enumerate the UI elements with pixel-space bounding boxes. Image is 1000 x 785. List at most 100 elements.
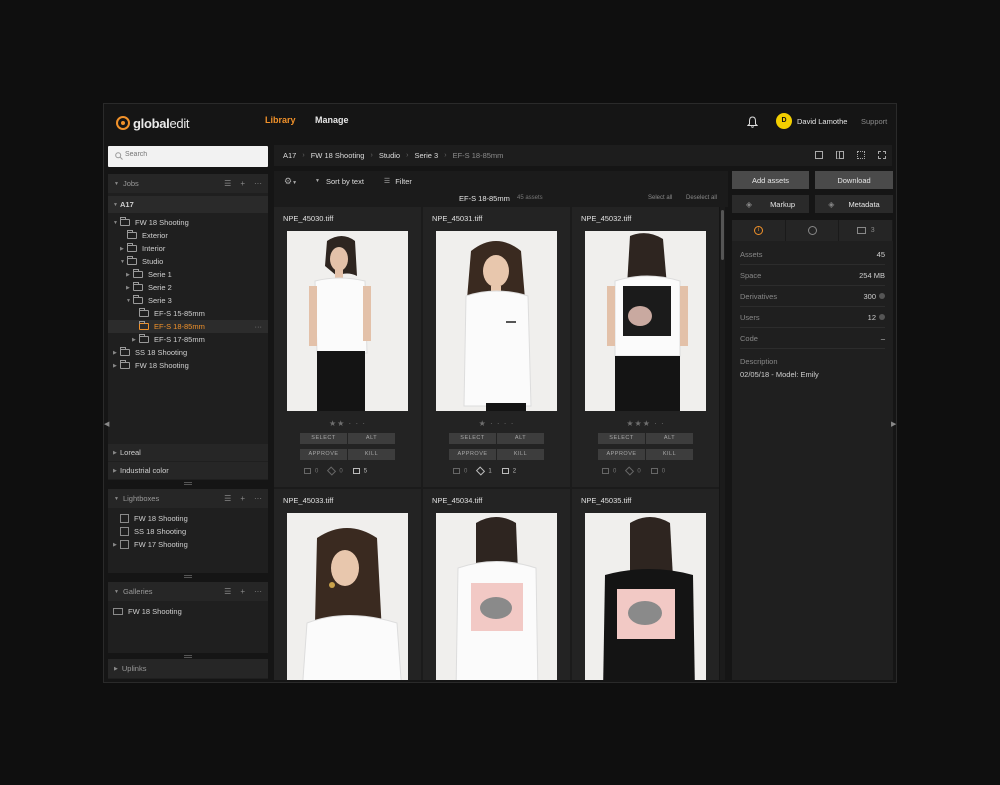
expand-icon[interactable]: ▼	[113, 220, 120, 226]
tree-item-ss18[interactable]: ▶ SS 18 Shooting	[113, 346, 187, 359]
approve-button[interactable]: APPROVE	[598, 449, 645, 460]
rating-stars[interactable]: ★ · · · ·	[423, 419, 570, 428]
tree-item-serie1[interactable]: ▶ Serie 1	[126, 268, 172, 281]
tree-item-efs-18-85-selected[interactable]: EF-S 18-85mm ···	[108, 320, 268, 333]
avatar[interactable]: D	[776, 113, 792, 129]
grid-view-icon[interactable]	[857, 151, 865, 159]
uplinks-header[interactable]: ▶ Uplinks	[108, 659, 268, 678]
tree-item-efs-15-85[interactable]: EF-S 15-85mm	[132, 307, 205, 320]
expand-icon[interactable]: ▶	[113, 468, 120, 474]
grid-scrollbar[interactable]	[720, 207, 725, 680]
logo[interactable]: globaledit	[116, 112, 190, 134]
expand-icon[interactable]: ▶	[126, 285, 133, 291]
add-icon[interactable]: +	[240, 179, 245, 188]
search-box[interactable]	[108, 146, 268, 167]
comments-stat[interactable]: 2	[501, 468, 516, 475]
filter-icon[interactable]: ☰	[224, 494, 231, 503]
tree-item-fw18[interactable]: ▼ FW 18 Shooting	[113, 216, 189, 229]
expand-icon[interactable]: ▶	[113, 350, 120, 356]
add-icon[interactable]: +	[240, 494, 245, 503]
versions-stat[interactable]: 0	[304, 468, 318, 475]
collapse-left-icon[interactable]: ◀	[104, 420, 109, 428]
rating-stars[interactable]: ★★ · · ·	[274, 419, 421, 428]
comments-stat[interactable]: 5	[352, 468, 367, 475]
expand-icon[interactable]: ▶	[113, 363, 120, 369]
collapse-icon[interactable]: ▼	[114, 181, 119, 187]
jobs-header[interactable]: ▼ Jobs ☰ + ···	[108, 174, 268, 193]
more-icon[interactable]: ···	[254, 587, 262, 596]
gallery-item[interactable]: FW 18 Shooting	[113, 605, 182, 618]
resize-handle[interactable]	[184, 655, 192, 658]
info-dot-icon[interactable]	[879, 314, 885, 320]
more-icon[interactable]: ···	[254, 494, 262, 503]
alt-button[interactable]: ALT	[497, 433, 544, 444]
tree-item-serie3[interactable]: ▼ Serie 3	[126, 294, 172, 307]
versions-stat[interactable]: 0	[453, 468, 467, 475]
kill-button[interactable]: KILL	[646, 449, 693, 460]
tree-item-fw18-2[interactable]: ▶ FW 18 Shooting	[113, 359, 189, 372]
asset-card[interactable]: NPE_45031.tiff ★ · · · · SELECT ALT APPR	[423, 207, 570, 487]
expand-icon[interactable]: ▶	[120, 246, 127, 252]
tab-history[interactable]	[786, 220, 840, 241]
scroll-thumb[interactable]	[721, 210, 724, 260]
expand-icon[interactable]: ▼	[120, 259, 127, 265]
lightbox-item[interactable]: FW 18 Shooting	[113, 512, 188, 525]
info-dot-icon[interactable]	[879, 293, 885, 299]
select-all-link[interactable]: Select all	[648, 195, 672, 201]
single-view-icon[interactable]	[815, 151, 823, 159]
alt-button[interactable]: ALT	[348, 433, 395, 444]
nav-manage[interactable]: Manage	[315, 115, 349, 125]
nav-library[interactable]: Library	[265, 115, 296, 125]
breadcrumb-item[interactable]: Studio	[379, 151, 400, 160]
tree-item-serie2[interactable]: ▶ Serie 2	[126, 281, 172, 294]
select-button[interactable]: SELECT	[300, 433, 347, 444]
kill-button[interactable]: KILL	[348, 449, 395, 460]
filter-icon[interactable]: ☰	[224, 179, 231, 188]
versions-stat[interactable]: 0	[602, 468, 616, 475]
client-loreal[interactable]: ▶ Loreal	[108, 444, 268, 461]
add-icon[interactable]: +	[240, 587, 245, 596]
tab-info[interactable]: i	[732, 220, 786, 241]
asset-card[interactable]: NPE_45034.tiff	[423, 489, 570, 680]
lightbox-item[interactable]: SS 18 Shooting	[113, 525, 186, 538]
filter-icon[interactable]: ☰	[224, 587, 231, 596]
breadcrumb-item[interactable]: Serie 3	[414, 151, 438, 160]
search-input[interactable]	[125, 151, 255, 158]
expand-icon[interactable]: ▶	[126, 272, 133, 278]
galleries-header[interactable]: ▼ Galleries ☰ + ···	[108, 582, 268, 601]
markup-button[interactable]: ◈ Markup	[732, 195, 809, 213]
expand-icon[interactable]: ▶	[113, 450, 120, 456]
asset-thumbnail[interactable]	[585, 513, 706, 680]
support-link[interactable]: Support	[861, 117, 887, 126]
more-icon[interactable]: ···	[254, 179, 262, 188]
tree-item-efs-17-85[interactable]: ▶ EF-S 17-85mm	[132, 333, 205, 346]
expand-icon[interactable]: ▼	[126, 298, 133, 304]
metadata-button[interactable]: ◈ Metadata	[815, 195, 893, 213]
asset-card[interactable]: NPE_45032.tiff ★★★ · · SELECT ALT APPROV…	[572, 207, 719, 487]
layers-stat[interactable]: 0	[327, 466, 343, 476]
asset-thumbnail[interactable]	[287, 231, 408, 411]
approve-button[interactable]: APPROVE	[449, 449, 496, 460]
expand-icon[interactable]: ▶	[113, 542, 120, 548]
rating-stars[interactable]: ★★★ · ·	[572, 419, 719, 428]
sort-chevron-icon[interactable]: ▼	[315, 178, 320, 184]
expand-icon[interactable]: ▶	[132, 337, 139, 343]
user-name[interactable]: David Lamothe	[797, 117, 847, 126]
select-button[interactable]: SELECT	[449, 433, 496, 444]
layers-stat[interactable]: 0	[625, 466, 641, 476]
tree-item-exterior[interactable]: Exterior	[120, 229, 168, 242]
asset-card[interactable]: NPE_45033.tiff	[274, 489, 421, 680]
client-industrial-color[interactable]: ▶ Industrial color	[108, 462, 268, 479]
approve-button[interactable]: APPROVE	[300, 449, 347, 460]
resize-handle[interactable]	[184, 575, 192, 578]
expand-icon[interactable]: ▼	[113, 202, 120, 208]
add-assets-button[interactable]: Add assets	[732, 171, 809, 189]
filter-button[interactable]: Filter	[395, 177, 412, 186]
breadcrumb-item[interactable]: FW 18 Shooting	[311, 151, 365, 160]
asset-card[interactable]: NPE_45030.tiff ★★ · · · SELECT ALT APPRO…	[274, 207, 421, 487]
tree-item-studio[interactable]: ▼ Studio	[120, 255, 163, 268]
lightboxes-header[interactable]: ▼ Lightboxes ☰ + ···	[108, 489, 268, 508]
sort-button[interactable]: Sort by text	[326, 177, 364, 186]
asset-thumbnail[interactable]	[585, 231, 706, 411]
breadcrumb-item[interactable]: A17	[283, 151, 296, 160]
